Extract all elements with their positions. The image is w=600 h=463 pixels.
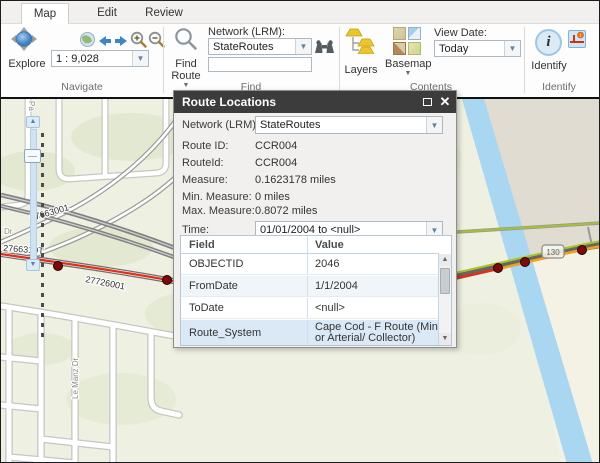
binoculars-icon[interactable] — [315, 40, 334, 59]
network-lrm-value: StateRoutes — [213, 40, 274, 53]
table-row[interactable]: ToDate <null> — [181, 298, 439, 319]
routeid-value: CCR004 — [255, 157, 298, 169]
find-route-label-line2: Route — [171, 70, 201, 82]
route-location-tool-icon: i — [570, 31, 584, 43]
route-shield-number: 130 — [546, 248, 560, 257]
chevron-down-icon: ▼ — [182, 82, 190, 89]
identify-route-locations-tool-button[interactable]: i — [568, 30, 586, 48]
view-date-combo[interactable]: Today ▼ — [434, 40, 521, 57]
layers-button[interactable]: Layers — [341, 28, 381, 78]
network-lrm-label: Network (LRM): — [208, 26, 286, 38]
find-route-button[interactable]: Find Route ▼ — [167, 27, 205, 89]
basemap-label: Basemap — [385, 58, 432, 70]
min-measure-label: Min. Measure: — [182, 191, 252, 203]
basemap-button[interactable]: Basemap ▼ — [385, 27, 431, 87]
group-label-navigate: Navigate — [61, 81, 103, 93]
find-route-label-line1: Find — [175, 58, 197, 70]
magnifier-icon — [175, 28, 197, 50]
table-cell-field: OBJECTID — [181, 254, 308, 274]
tab-edit[interactable]: Edit — [85, 3, 129, 24]
attributes-table: Field Value OBJECTID 2046 FromDate 1/1/2… — [180, 235, 452, 346]
route-id-label: Route ID: — [182, 140, 229, 152]
street-name-label: Dr — [4, 227, 13, 236]
map-scale-value: 1 : 9,028 — [56, 52, 99, 65]
ribbon: Explore 1: 9,028 ▼ Navigate Find Route … — [1, 24, 599, 97]
network-lrm-combo[interactable]: StateRoutes ▼ — [208, 38, 312, 55]
table-header-value[interactable]: Value — [308, 236, 439, 253]
group-separator — [163, 27, 164, 93]
layers-label: Layers — [344, 64, 378, 76]
table-cell-value: 1/1/2004 — [315, 280, 358, 292]
slider-tick-marks — [41, 133, 44, 341]
route-search-input[interactable] — [208, 57, 312, 72]
chevron-down-icon[interactable]: ▼ — [132, 51, 148, 66]
measure-label: Measure: — [182, 174, 228, 186]
maximize-icon[interactable] — [418, 93, 436, 111]
close-icon[interactable]: ✕ — [436, 93, 454, 111]
chevron-down-icon[interactable]: ▼ — [504, 41, 520, 56]
application-window: Map Edit Review Explore 1: 9,028 ▼ Navi… — [0, 0, 600, 463]
slider-handle[interactable] — [24, 149, 41, 163]
basemap-icon — [393, 27, 422, 56]
table-cell-field: Route_System — [181, 320, 308, 345]
route-locations-dialog: Route Locations ✕ Network (LRM): StateRo… — [173, 90, 457, 348]
explore-button[interactable] — [11, 27, 43, 55]
dialog-network-combo[interactable]: StateRoutes ▼ — [255, 116, 443, 134]
slider-up-button[interactable]: ▲ — [26, 116, 40, 128]
max-measure-value: 0.8072 miles — [255, 205, 318, 217]
table-header-field[interactable]: Field — [181, 236, 308, 253]
min-measure-value: 0 miles — [255, 191, 290, 203]
chevron-down-icon: ▼ — [404, 70, 412, 77]
table-cell-value: 2046 — [315, 258, 340, 270]
view-date-value: Today — [439, 42, 469, 55]
slider-down-button[interactable]: ▼ — [26, 259, 40, 271]
tab-review[interactable]: Review — [137, 3, 191, 24]
dialog-network-label: Network (LRM): — [182, 119, 260, 131]
table-scrollbar[interactable]: ▲ ▼ — [438, 254, 451, 345]
street-name-label: Le Manz Dr — [71, 357, 80, 399]
dialog-network-value: StateRoutes — [260, 119, 321, 131]
chevron-down-icon[interactable]: ▼ — [295, 39, 311, 54]
scroll-up-arrow-icon[interactable]: ▲ — [439, 254, 451, 266]
identify-button-label: Identify — [531, 60, 567, 72]
ribbon-tab-bar: Map Edit Review — [1, 1, 599, 24]
max-measure-label: Max. Measure: — [182, 205, 255, 217]
route-id-label: 27726001 — [85, 274, 126, 291]
compass-explore-icon — [11, 27, 37, 51]
svg-text:i: i — [580, 33, 581, 39]
table-cell-value: Cape Cod - F Route (Minor Arterial/ Coll… — [315, 320, 438, 344]
routeid-label: RouteId: — [182, 157, 224, 169]
measure-value: 0.1623178 miles — [255, 174, 336, 186]
dialog-titlebar[interactable]: Route Locations ✕ — [174, 91, 456, 113]
tab-map[interactable]: Map — [21, 3, 69, 24]
identify-button[interactable]: i — [535, 29, 562, 56]
full-extent-globe-icon[interactable] — [80, 32, 95, 52]
table-row[interactable]: Route_System Cape Cod - F Route (Minor A… — [181, 320, 439, 345]
info-icon: i — [546, 34, 551, 50]
view-date-label: View Date: — [434, 27, 487, 39]
table-cell-field: FromDate — [181, 276, 308, 296]
dialog-title: Route Locations — [182, 95, 277, 109]
table-header-row: Field Value — [181, 236, 439, 254]
scrollbar-thumb[interactable] — [440, 268, 450, 294]
route-id-value: CCR004 — [255, 140, 298, 152]
explore-button-label: Explore — [8, 58, 46, 70]
group-separator — [339, 27, 340, 93]
group-label-identify: Identify — [542, 81, 576, 93]
chevron-down-icon[interactable]: ▼ — [426, 117, 442, 133]
street-name-label: Pa — [27, 101, 36, 111]
table-row[interactable]: OBJECTID 2046 — [181, 254, 439, 275]
scroll-down-arrow-icon[interactable]: ▼ — [439, 333, 451, 345]
map-scale-combo[interactable]: 1 : 9,028 ▼ — [51, 50, 149, 67]
table-cell-field: ToDate — [181, 298, 308, 318]
layers-icon — [345, 28, 375, 55]
table-cell-value: <null> — [315, 302, 345, 314]
table-row[interactable]: FromDate 1/1/2004 — [181, 276, 439, 297]
